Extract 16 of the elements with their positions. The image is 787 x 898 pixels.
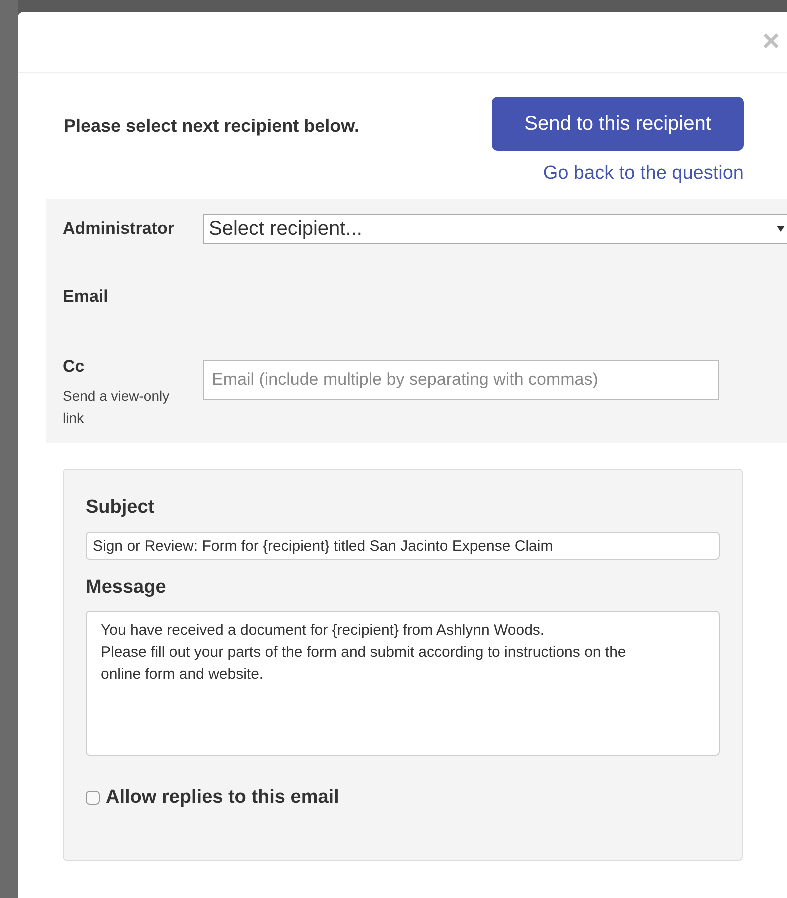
cc-label: Cc — [63, 356, 86, 378]
cc-hint: Send a view-only link — [63, 387, 171, 428]
prompt-text: Please select next recipient below. — [64, 115, 360, 138]
subject-field[interactable]: Sign or Review: Form for {recipient} titled San Jacinto Expense Claim — [86, 532, 720, 560]
back-link[interactable]: Go back to the question — [543, 160, 744, 188]
recipient-select[interactable]: Select recipient... — [203, 214, 787, 244]
subject-label: Subject — [86, 496, 156, 520]
allow-replies-label: Allow replies to this email — [106, 786, 340, 810]
dropdown-arrow-icon — [777, 226, 785, 232]
cc-email-field[interactable]: Email (include multiple by separating with commas) — [203, 360, 719, 400]
allow-replies-checkbox[interactable] — [86, 790, 100, 805]
role-label: Administrator — [63, 218, 176, 240]
message-field[interactable]: You have received a document for {recipient} from Ashlynn Woods. Please fill out your parts of the form and submit according to instructions on the online form and website. — [86, 610, 720, 756]
message-label: Message — [86, 576, 168, 600]
send-button[interactable]: Send to this recipient — [492, 97, 744, 151]
email-label: Email — [63, 286, 108, 306]
